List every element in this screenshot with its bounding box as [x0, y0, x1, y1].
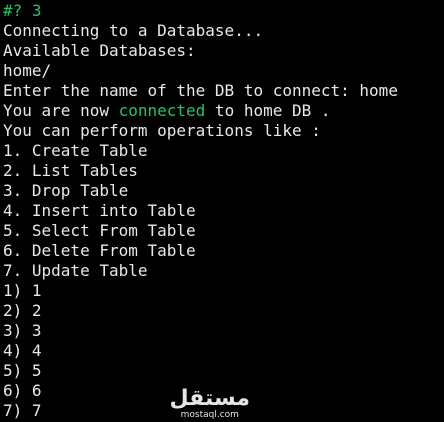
- output-line-enter-db-name: Enter the name of the DB to connect: hom…: [3, 81, 398, 100]
- menu-option: 2) 2: [3, 301, 42, 320]
- output-line-db-list: home/: [3, 61, 52, 80]
- prompt-input: 3: [31, 1, 42, 20]
- operation-item: 6. Delete From Table: [3, 241, 196, 260]
- menu-option: 4) 4: [3, 341, 42, 360]
- output-line-connected: You are now connected to home DB .: [3, 101, 444, 121]
- prompt-line: #? 3: [3, 1, 444, 21]
- connected-highlight: connected: [118, 101, 206, 120]
- connected-suffix: to home DB .: [205, 101, 331, 120]
- mostaql-url: mostaql.com: [180, 410, 239, 420]
- connected-prefix: You are now: [3, 101, 119, 120]
- operation-item: 7. Update Table: [3, 261, 148, 280]
- mostaql-watermark: مستقل mostaql.com: [169, 386, 250, 421]
- operation-item: 4. Insert into Table: [3, 201, 196, 220]
- output-line-connecting: Connecting to a Database...: [3, 21, 264, 40]
- terminal-window[interactable]: #? 3 Connecting to a Database... Availab…: [0, 0, 444, 422]
- menu-option: 3) 3: [3, 321, 42, 340]
- operation-item: 1. Create Table: [3, 141, 148, 160]
- prompt-symbol: #?: [3, 1, 23, 20]
- menu-option: 1) 1: [3, 281, 42, 300]
- operation-item: 2. List Tables: [3, 161, 138, 180]
- operations-header: You can perform operations like :: [3, 121, 321, 140]
- mostaql-logo: مستقل: [169, 386, 250, 411]
- output-line-available-databases: Available Databases:: [3, 41, 196, 60]
- operation-item: 5. Select From Table: [3, 221, 196, 240]
- menu-option: 5) 5: [3, 361, 42, 380]
- operation-item: 3. Drop Table: [3, 181, 129, 200]
